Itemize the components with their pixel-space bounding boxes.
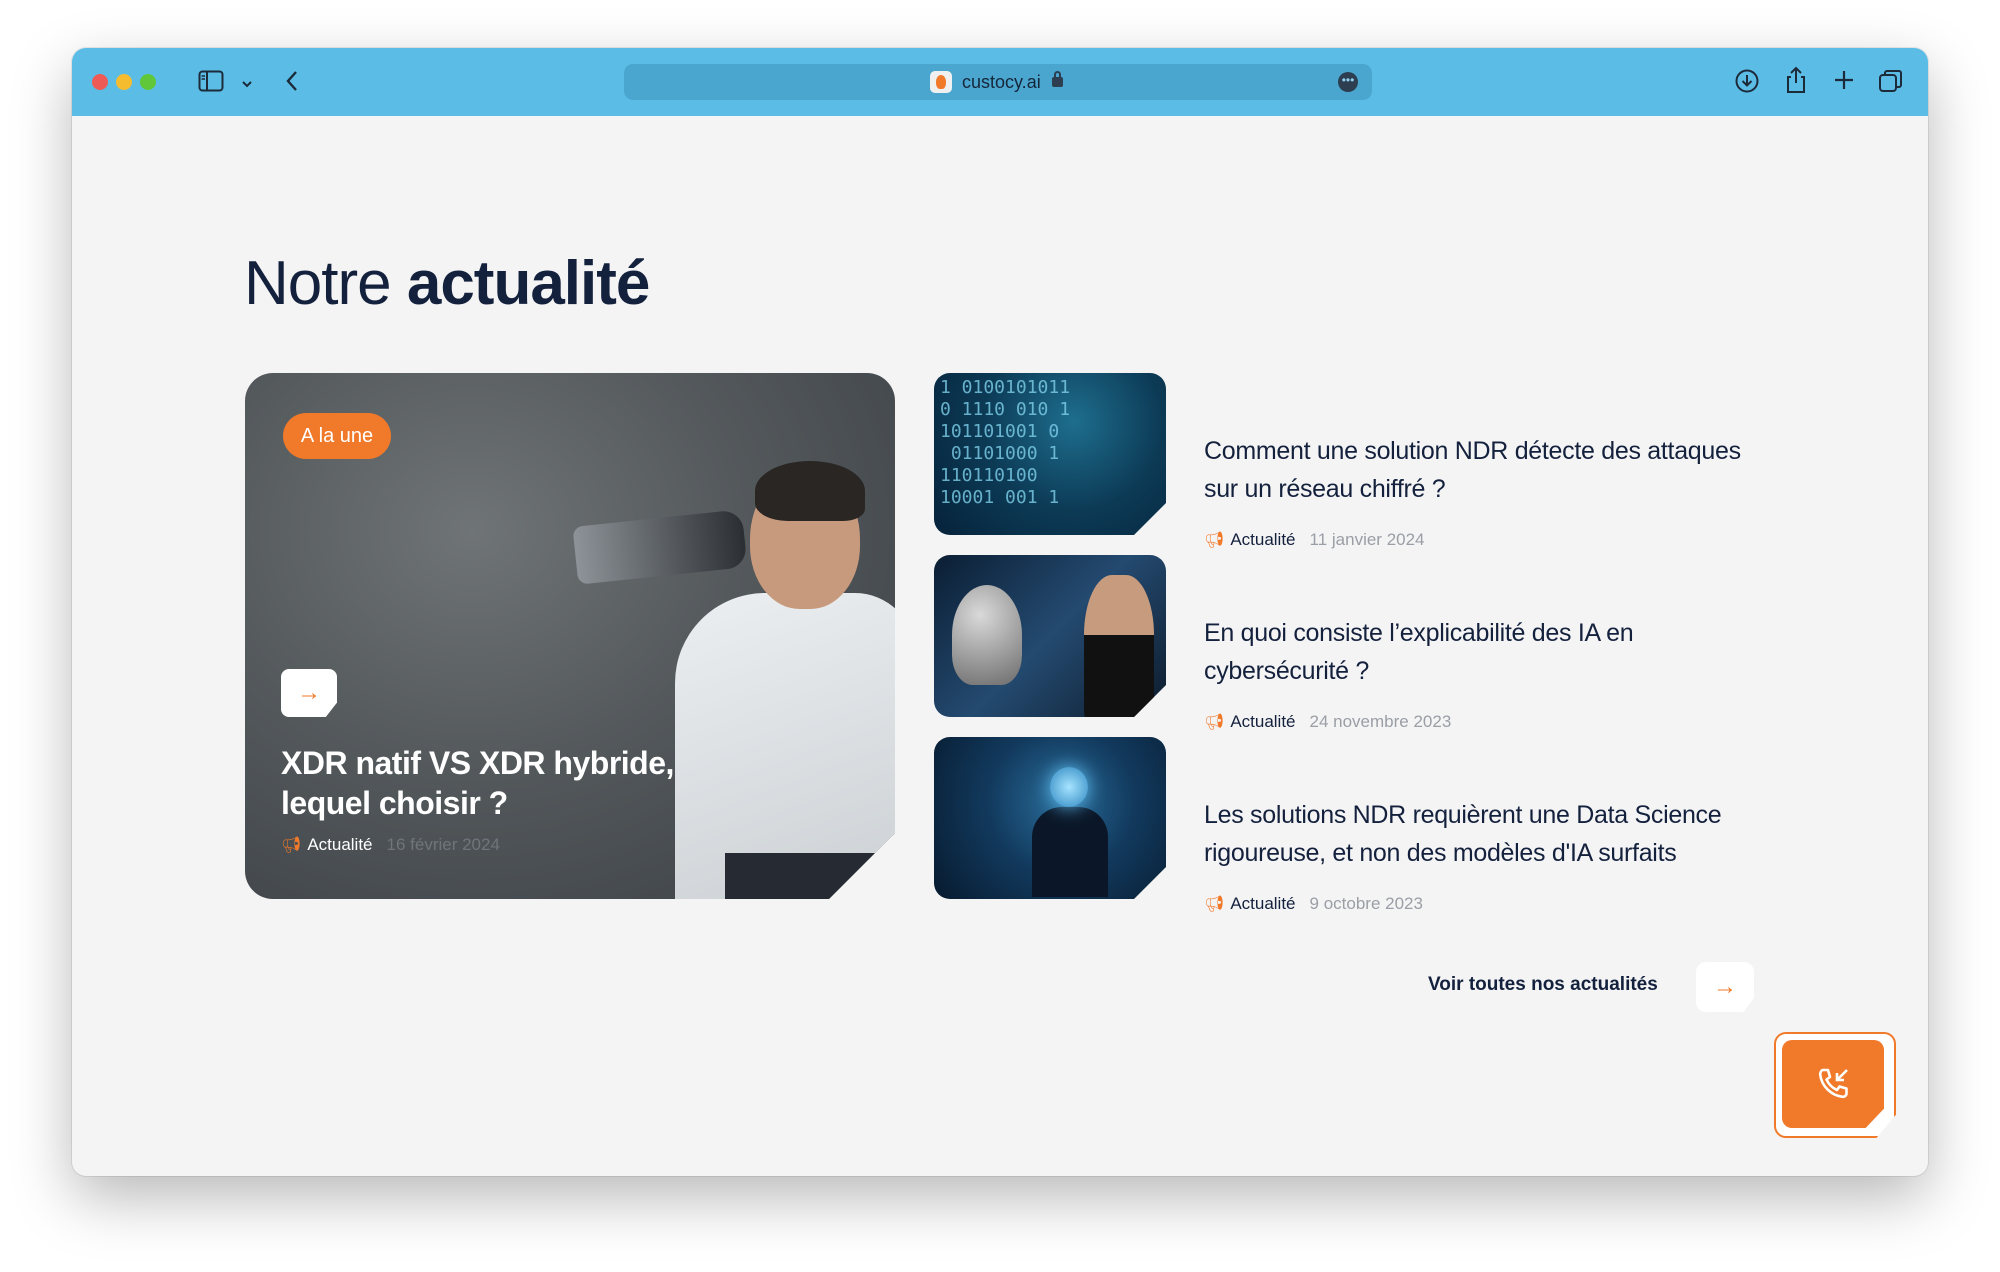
share-icon[interactable] (1784, 66, 1808, 99)
lock-icon (1052, 71, 1063, 87)
glowing-brain-illustration (1050, 767, 1088, 807)
article-title-3[interactable]: Les solutions NDR requièrent une Data Sc… (1204, 796, 1764, 872)
browser-window: custocy.ai ••• Notre actualité A la une … (72, 48, 1928, 1176)
robot-illustration (952, 585, 1022, 685)
see-all-news-link[interactable]: Voir toutes nos actualités (1428, 974, 1658, 996)
article-date-3: 9 octobre 2023 (1309, 894, 1423, 913)
featured-article-meta: 📢︎ Actualité 16 février 2024 (281, 835, 500, 855)
arrow-right-icon: → (297, 679, 321, 706)
url-text: custocy.ai (962, 72, 1041, 92)
chevron-down-icon[interactable] (240, 72, 254, 96)
article-category-2: Actualité (1230, 712, 1296, 731)
phone-incoming-icon (1813, 1068, 1853, 1112)
article-title-2[interactable]: En quoi consiste l’explicabilité des IA … (1204, 614, 1764, 690)
megaphone-icon: 📢︎ (1204, 532, 1225, 549)
featured-date: 16 février 2024 (386, 835, 500, 854)
arrow-right-icon: → (1713, 973, 1737, 1000)
binoculars-illustration (572, 509, 748, 585)
address-bar[interactable]: custocy.ai ••• (624, 64, 1372, 100)
article-meta-1: 📢︎ Actualité 11 janvier 2024 (1204, 530, 1425, 550)
site-favicon-icon (930, 71, 952, 93)
featured-article-card[interactable]: A la une → XDR natif VS XDR hybride, leq… (245, 373, 895, 899)
page-title-light: Notre (244, 249, 392, 318)
article-category-1: Actualité (1230, 530, 1296, 549)
maximize-window-button[interactable] (140, 74, 156, 90)
featured-arrow-button[interactable]: → (281, 669, 337, 717)
close-window-button[interactable] (92, 74, 108, 90)
callback-button[interactable] (1782, 1040, 1884, 1128)
article-date-2: 24 novembre 2023 (1309, 712, 1452, 731)
featured-article-title[interactable]: XDR natif VS XDR hybride, lequel choisir… (281, 743, 721, 823)
page-title: Notre actualité (244, 248, 651, 319)
article-thumbnail-1[interactable]: 1 0100101011 0 1110 010 1 101101001 0 01… (934, 373, 1166, 535)
page-title-bold: actualité (406, 249, 651, 318)
download-icon[interactable] (1734, 68, 1760, 99)
article-meta-3: 📢︎ Actualité 9 octobre 2023 (1204, 894, 1423, 914)
article-thumbnail-2[interactable] (934, 555, 1166, 717)
featured-category: Actualité (307, 835, 373, 854)
new-tab-icon[interactable] (1832, 68, 1856, 97)
back-icon[interactable] (284, 68, 300, 99)
binary-digits-illustration: 1 0100101011 0 1110 010 1 101101001 0 01… (940, 377, 1071, 508)
article-date-1: 11 janvier 2024 (1309, 530, 1425, 549)
minimize-window-button[interactable] (116, 74, 132, 90)
woman-illustration (1084, 575, 1154, 717)
megaphone-icon: 📢︎ (1204, 896, 1225, 913)
browser-titlebar: custocy.ai ••• (72, 48, 1928, 116)
tabs-icon[interactable] (1878, 68, 1904, 99)
featured-badge: A la une (283, 413, 391, 459)
article-meta-2: 📢︎ Actualité 24 novembre 2023 (1204, 712, 1451, 732)
article-thumbnail-3[interactable] (934, 737, 1166, 899)
article-title-1[interactable]: Comment une solution NDR détecte des att… (1204, 432, 1764, 508)
person-pants-illustration (725, 853, 895, 899)
sidebar-icon[interactable] (198, 70, 224, 97)
figure-body-illustration (1032, 807, 1108, 897)
person-hair-illustration (755, 461, 865, 521)
megaphone-icon: 📢︎ (1204, 714, 1225, 731)
more-icon[interactable]: ••• (1338, 72, 1358, 92)
article-category-3: Actualité (1230, 894, 1296, 913)
see-all-arrow-button[interactable]: → (1696, 962, 1754, 1012)
megaphone-icon: 📢︎ (281, 837, 302, 854)
